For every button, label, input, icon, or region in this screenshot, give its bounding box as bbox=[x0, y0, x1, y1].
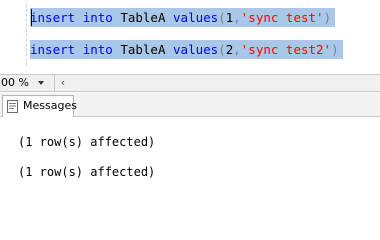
keyword: into bbox=[82, 10, 113, 25]
paren-close: ) bbox=[331, 42, 339, 57]
message-line: (1 row(s) affected) bbox=[18, 135, 156, 149]
paren-open: ( bbox=[218, 42, 226, 57]
keyword: values bbox=[173, 10, 219, 25]
editor-status-bar: 100 % ‹ bbox=[0, 74, 380, 92]
editor-outline-line bbox=[26, 4, 27, 66]
comma: , bbox=[233, 10, 241, 25]
scroll-left-button[interactable]: ‹ bbox=[54, 75, 71, 91]
zoom-value: 100 % bbox=[0, 76, 29, 89]
string-literal: 'sync test' bbox=[240, 10, 324, 25]
table-name: TableA bbox=[120, 42, 166, 57]
text-caret bbox=[31, 9, 32, 26]
keyword: insert bbox=[30, 42, 76, 57]
keyword: values bbox=[173, 42, 219, 57]
message-icon bbox=[7, 100, 18, 113]
keyword: into bbox=[82, 42, 113, 57]
zoom-dropdown[interactable]: 100 % bbox=[0, 75, 50, 91]
tab-label: Messages bbox=[23, 99, 77, 112]
comma: , bbox=[233, 42, 241, 57]
paren-close: ) bbox=[323, 10, 332, 25]
paren-open: ( bbox=[218, 10, 226, 25]
results-tab-bar: Messages bbox=[0, 93, 380, 117]
table-name: TableA bbox=[120, 10, 166, 25]
chevron-down-icon bbox=[38, 81, 44, 85]
tab-messages[interactable]: Messages bbox=[2, 95, 77, 117]
query-editor[interactable]: insert into TableA values(1,'sync test')… bbox=[0, 0, 380, 72]
code-line-2[interactable]: insert into TableA values(2,'sync test2'… bbox=[30, 40, 343, 59]
message-line: (1 row(s) affected) bbox=[18, 165, 156, 179]
code-line-1[interactable]: insert into TableA values(1,'sync test') bbox=[30, 8, 336, 27]
keyword: insert bbox=[30, 10, 76, 25]
messages-panel: (1 row(s) affected) (1 row(s) affected) bbox=[0, 117, 380, 207]
string-literal: 'sync test2' bbox=[240, 42, 332, 57]
